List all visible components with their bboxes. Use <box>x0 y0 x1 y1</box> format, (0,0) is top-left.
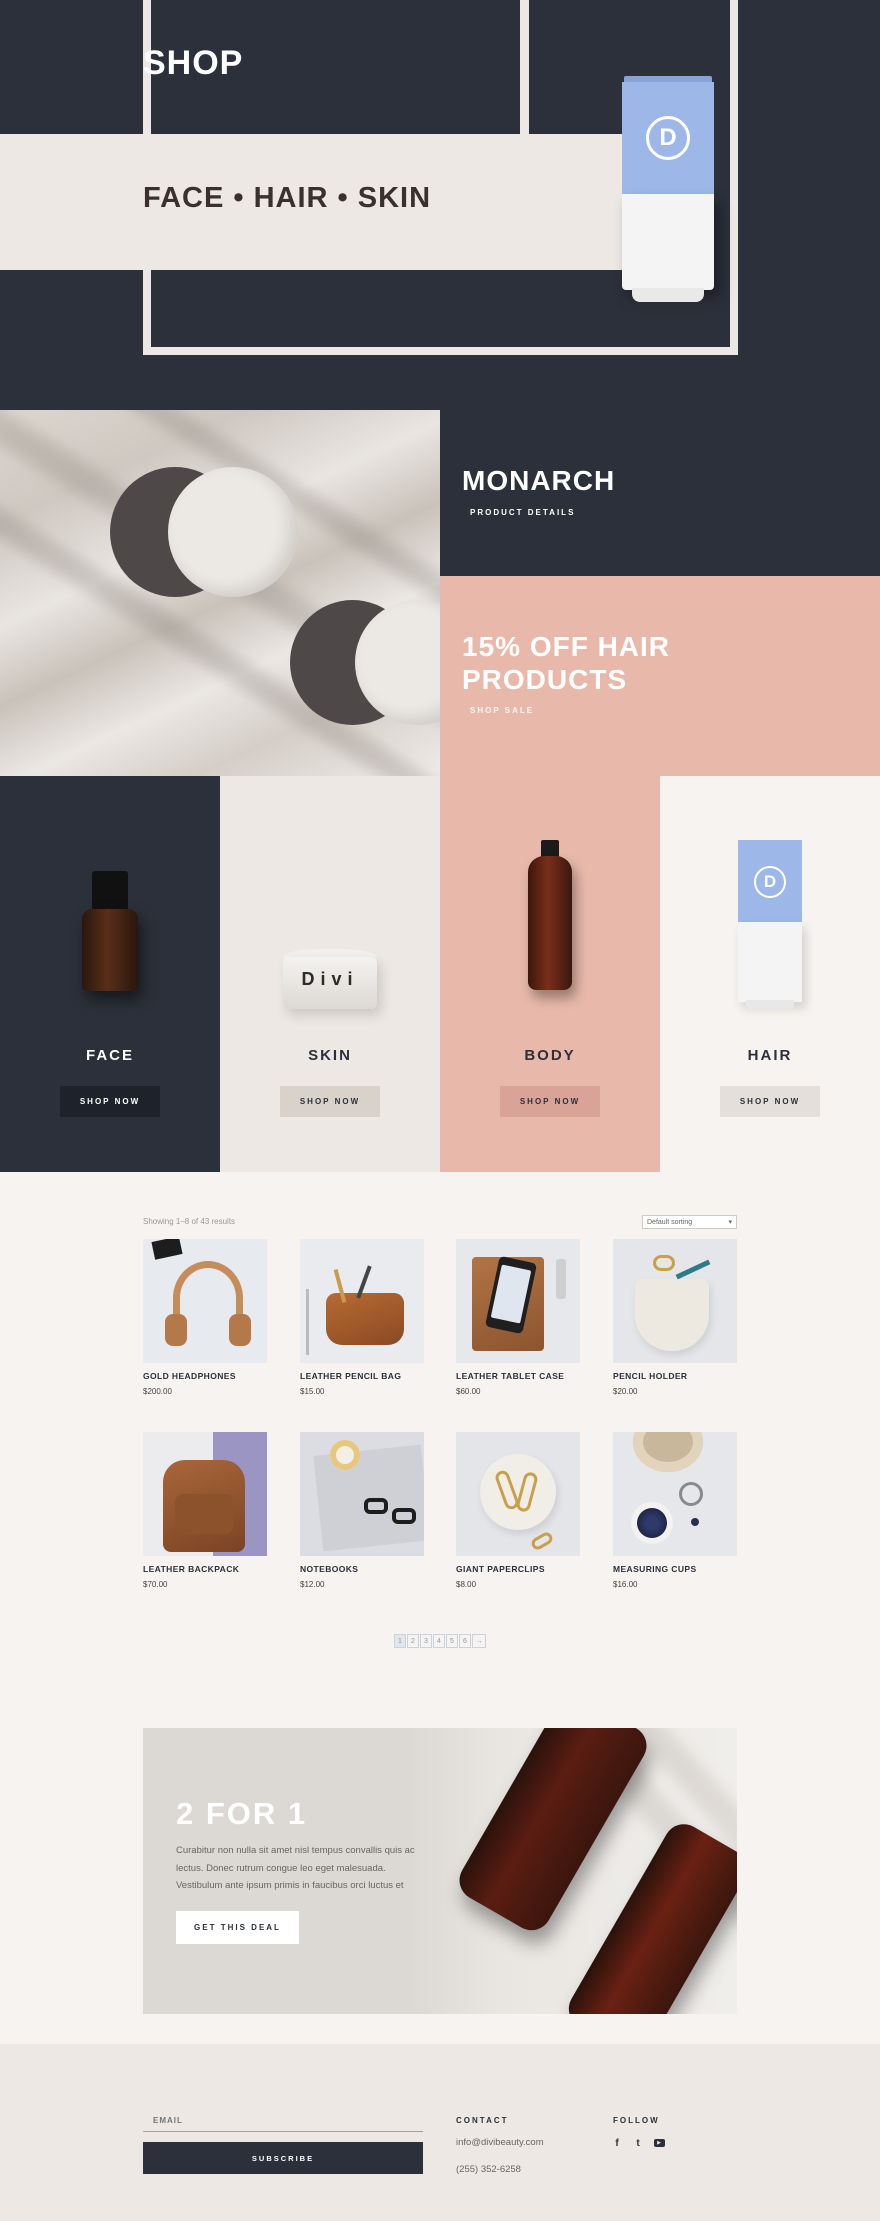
product-price: $20.00 <box>613 1387 638 1396</box>
hero-section: SHOP FACE • HAIR • SKIN D <box>0 0 880 410</box>
body-bottle-image <box>528 840 572 990</box>
shop-now-skin-button[interactable]: SHOP NOW <box>280 1086 380 1117</box>
email-field[interactable] <box>143 2110 423 2132</box>
shop-now-hair-button[interactable]: SHOP NOW <box>720 1086 820 1117</box>
product-image-pencil-holder[interactable] <box>613 1239 737 1363</box>
category-name-skin: SKIN <box>308 1047 352 1064</box>
product-image-leather-tablet-case[interactable] <box>456 1239 580 1363</box>
contact-phone: (255) 352-6258 <box>456 2164 521 2175</box>
shop-now-body-button[interactable]: SHOP NOW <box>500 1086 600 1117</box>
hero-tube-image: D <box>622 76 714 316</box>
product-title[interactable]: PENCIL HOLDER <box>613 1371 687 1381</box>
facebook-icon[interactable]: f <box>610 2136 624 2150</box>
deal-title: 2 FOR 1 <box>176 1796 308 1831</box>
deal-banner: 2 FOR 1 Curabitur non nulla sit amet nis… <box>143 1728 737 2014</box>
category-card-body: BODY SHOP NOW <box>440 776 660 1172</box>
category-name-body: BODY <box>524 1047 576 1064</box>
monarch-title: MONARCH <box>462 465 616 496</box>
category-name-hair: HAIR <box>747 1047 793 1064</box>
sale-panel: 15% OFF HAIR PRODUCTS SHOP SALE <box>440 576 880 776</box>
product-details-link[interactable]: PRODUCT DETAILS <box>470 508 575 517</box>
hair-tube-image: D <box>738 840 802 1012</box>
product-title[interactable]: LEATHER BACKPACK <box>143 1564 239 1574</box>
sale-title-line2: PRODUCTS <box>462 664 628 695</box>
page-link-3[interactable]: 3 <box>420 1634 432 1648</box>
category-name-face: FACE <box>85 1047 134 1064</box>
hero-subtitle: FACE • HAIR • SKIN <box>143 182 432 214</box>
page-link-5[interactable]: 5 <box>446 1634 458 1648</box>
twitter-icon[interactable]: t <box>631 2136 645 2150</box>
contact-heading: CONTACT <box>456 2116 509 2125</box>
deal-body: Curabitur non nulla sit amet nisl tempus… <box>176 1845 415 1891</box>
follow-heading: FOLLOW <box>613 2116 660 2125</box>
footer: SUBSCRIBE CONTACT info@divibeauty.com (2… <box>0 2044 880 2221</box>
sort-select-value: Default sorting <box>647 1218 693 1226</box>
product-price: $15.00 <box>300 1387 325 1396</box>
product-title[interactable]: MEASURING CUPS <box>613 1564 697 1574</box>
skin-cream-jar-image: Divi <box>283 949 377 1009</box>
product-image-gold-headphones[interactable] <box>143 1239 267 1363</box>
divi-logo-icon: D <box>646 116 690 160</box>
product-price: $70.00 <box>143 1580 168 1589</box>
subscribe-button[interactable]: SUBSCRIBE <box>143 2142 423 2174</box>
product-price: $16.00 <box>613 1580 638 1589</box>
face-serum-bottle-image <box>82 871 138 991</box>
product-image-leather-backpack[interactable] <box>143 1432 267 1556</box>
shop-now-face-button[interactable]: SHOP NOW <box>60 1086 160 1117</box>
product-image-measuring-cups[interactable] <box>613 1432 737 1556</box>
page-link-6[interactable]: 6 <box>459 1634 471 1648</box>
chevron-down-icon: ▾ <box>728 1219 732 1226</box>
contact-email-link[interactable]: info@divibeauty.com <box>456 2137 544 2148</box>
shadow-photo <box>0 410 440 776</box>
product-price: $200.00 <box>143 1387 172 1396</box>
product-price: $8.00 <box>456 1580 477 1589</box>
results-count: Showing 1–8 of 43 results <box>143 1217 236 1226</box>
jar-label: Divi <box>301 969 359 989</box>
product-price: $60.00 <box>456 1387 481 1396</box>
product-image-leather-pencil-bag[interactable] <box>300 1239 424 1363</box>
get-deal-button[interactable]: GET THIS DEAL <box>176 1911 299 1944</box>
product-image-giant-paperclips[interactable] <box>456 1432 580 1556</box>
product-title[interactable]: LEATHER PENCIL BAG <box>300 1371 401 1381</box>
category-card-hair: D HAIR SHOP NOW <box>660 776 880 1172</box>
product-image-notebooks[interactable] <box>300 1432 424 1556</box>
category-card-skin: Divi SKIN SHOP NOW <box>220 776 440 1172</box>
product-title[interactable]: LEATHER TABLET CASE <box>456 1371 564 1381</box>
page-link-4[interactable]: 4 <box>433 1634 445 1648</box>
shop-sale-link[interactable]: SHOP SALE <box>470 706 534 715</box>
hero-divider <box>520 0 529 135</box>
sort-select[interactable]: Default sorting ▾ <box>642 1215 737 1229</box>
product-title[interactable]: NOTEBOOKS <box>300 1564 358 1574</box>
page-title: SHOP <box>143 44 244 82</box>
page-link-1[interactable]: 1 <box>394 1634 406 1648</box>
youtube-icon-glyph: ▶ <box>653 2139 665 2147</box>
next-page-link[interactable]: → <box>472 1634 486 1648</box>
product-title[interactable]: GOLD HEADPHONES <box>143 1371 236 1381</box>
sale-title-line1: 15% OFF HAIR <box>462 631 671 662</box>
monarch-panel: MONARCH PRODUCT DETAILS <box>440 410 880 576</box>
page-link-2[interactable]: 2 <box>407 1634 419 1648</box>
divi-logo-icon: D <box>754 866 786 898</box>
product-title[interactable]: GIANT PAPERCLIPS <box>456 1564 545 1574</box>
youtube-icon[interactable]: ▶ <box>652 2136 666 2150</box>
product-price: $12.00 <box>300 1580 325 1589</box>
category-card-face: FACE SHOP NOW <box>0 776 220 1172</box>
